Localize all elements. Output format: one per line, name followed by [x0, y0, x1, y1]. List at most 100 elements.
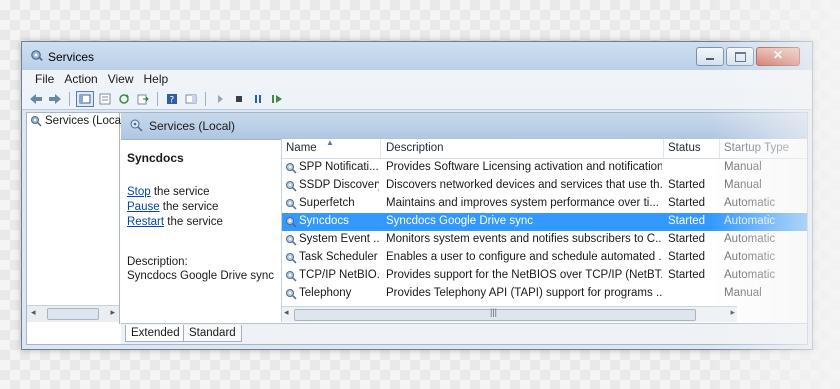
scrollbar-grip-icon: ||| — [490, 307, 498, 317]
cell-description: Maintains and improves system performanc… — [386, 197, 659, 209]
stop-service-link[interactable]: Stop — [127, 186, 151, 198]
toolbar-separator — [205, 92, 206, 106]
cell-name: Telephony — [299, 287, 352, 299]
cell-name: Task Scheduler — [299, 251, 378, 263]
service-gear-icon — [286, 253, 297, 264]
service-gear-icon — [286, 199, 297, 210]
show-hide-action-pane-icon[interactable] — [183, 92, 199, 106]
cell-startup-type: Automatic — [724, 197, 776, 209]
cell-status: Started — [668, 233, 706, 245]
pause-service-link[interactable]: Pause — [127, 201, 160, 213]
svg-text:?: ? — [170, 96, 175, 106]
services-gear-icon — [130, 119, 143, 132]
menu-view[interactable]: View — [103, 70, 139, 89]
table-row[interactable]: System Event ... Monitors system events a… — [282, 231, 807, 249]
refresh-icon[interactable] — [116, 92, 132, 106]
close-icon: ✕ — [773, 48, 784, 62]
menu-help[interactable]: Help — [139, 70, 174, 89]
tree-horizontal-scrollbar[interactable]: ◂ ▸ — [27, 305, 119, 322]
scroll-right-arrow-icon[interactable]: ▸ — [730, 307, 735, 318]
cell-startup-type: Automatic — [724, 269, 776, 281]
description-label: Description: — [127, 256, 188, 268]
column-divider[interactable] — [719, 139, 720, 158]
console-tree-icon[interactable] — [76, 91, 94, 107]
cell-startup-type: Manual — [724, 161, 762, 173]
column-header-startup-type[interactable]: Startup Type — [724, 142, 789, 154]
services-table: Name ▲ Description Status Startup Type S… — [281, 138, 807, 322]
cell-description: Provides Software Licensing activation a… — [386, 161, 662, 173]
cell-description: Enables a user to configure and schedule… — [386, 251, 662, 263]
scroll-left-arrow-icon[interactable]: ◂ — [31, 307, 36, 318]
selected-service-name: Syncdocs — [127, 151, 184, 165]
services-gear-icon — [31, 116, 42, 127]
tab-standard[interactable]: Standard — [183, 325, 242, 342]
tree-item-services-local[interactable]: Services (Local) — [30, 115, 127, 127]
table-row[interactable]: Telephony Provides Telephony API (TAPI) s… — [282, 285, 807, 303]
column-header-description[interactable]: Description — [386, 142, 444, 154]
scroll-right-arrow-icon[interactable]: ▸ — [110, 307, 115, 318]
column-divider[interactable] — [380, 139, 381, 158]
description-text: Syncdocs Google Drive sync — [127, 270, 275, 282]
table-row[interactable]: TCP/IP NetBIO... Provides support for the… — [282, 267, 807, 285]
export-list-icon[interactable] — [135, 92, 151, 106]
close-button[interactable]: ✕ — [756, 47, 800, 66]
cell-description: Monitors system events and notifies subs… — [386, 233, 662, 245]
cell-name: Syncdocs — [299, 215, 349, 227]
menu-file[interactable]: File — [30, 70, 59, 89]
properties-icon[interactable] — [97, 92, 113, 106]
cell-description: Provides Telephony API (TAPI) support fo… — [386, 287, 662, 299]
cell-status: Started — [668, 197, 706, 209]
cell-startup-type: Automatic — [724, 251, 776, 263]
table-row[interactable]: SPP Notificati... Provides Software Licen… — [282, 159, 807, 177]
title-bar[interactable]: Services ✕ — [22, 42, 812, 70]
scrollbar-thumb[interactable] — [47, 308, 99, 320]
table-horizontal-scrollbar[interactable]: ◂ ||| ▸ — [282, 306, 737, 322]
stop-link-suffix: the service — [150, 186, 210, 198]
column-header-name[interactable]: Name — [286, 142, 317, 154]
services-window: Services ✕ File Action View Help ? Servi… — [21, 41, 813, 350]
column-header-status[interactable]: Status — [668, 142, 701, 154]
restart-service-icon[interactable] — [269, 92, 285, 106]
minimize-button[interactable] — [696, 47, 724, 66]
minimize-icon — [706, 58, 714, 60]
cell-name: System Event ... — [299, 233, 379, 245]
cell-description: Syncdocs Google Drive sync — [386, 215, 534, 227]
tab-extended[interactable]: Extended — [125, 325, 186, 342]
cell-name: SSDP Discovery — [299, 179, 379, 191]
restart-service-link[interactable]: Restart — [127, 216, 164, 228]
back-arrow-icon[interactable] — [28, 92, 44, 106]
toolbar-separator — [157, 92, 158, 106]
pane-header-title: Services (Local) — [149, 119, 236, 133]
maximize-icon — [735, 52, 746, 62]
sort-ascending-icon: ▲ — [326, 138, 334, 147]
column-divider[interactable] — [663, 139, 664, 158]
menu-action[interactable]: Action — [59, 70, 102, 89]
cell-status: Started — [668, 179, 706, 191]
scrollbar-thumb[interactable]: ||| — [294, 307, 696, 321]
pause-link-suffix: the service — [159, 201, 219, 213]
menu-bar: File Action View Help — [22, 70, 812, 89]
restart-link-suffix: the service — [164, 216, 223, 228]
forward-arrow-icon[interactable] — [47, 92, 63, 106]
table-row[interactable]: SSDP Discovery Discovers networked device… — [282, 177, 807, 195]
maximize-button[interactable] — [726, 47, 754, 66]
service-gear-icon — [286, 181, 297, 192]
cell-status: Started — [668, 251, 706, 263]
cell-startup-type: Manual — [724, 179, 762, 191]
table-row[interactable]: Syncdocs Syncdocs Google Drive sync Starte… — [282, 213, 807, 231]
table-header: Name ▲ Description Status Startup Type — [282, 138, 807, 159]
service-gear-icon — [286, 289, 297, 300]
stop-service-icon[interactable] — [231, 92, 247, 106]
service-gear-icon — [286, 271, 297, 282]
scroll-left-arrow-icon[interactable]: ◂ — [284, 307, 289, 318]
start-service-icon[interactable] — [212, 92, 228, 106]
pause-service-icon[interactable] — [250, 92, 266, 106]
help-icon[interactable]: ? — [164, 92, 180, 106]
services-pane: Services (Local) Syncdocs Stop the servi… — [121, 113, 807, 324]
cell-name: SPP Notificati... — [299, 161, 379, 173]
table-row[interactable]: Superfetch Maintains and improves system … — [282, 195, 807, 213]
table-row[interactable]: Task Scheduler Enables a user to configur… — [282, 249, 807, 267]
window-title: Services — [48, 50, 95, 64]
cell-name: TCP/IP NetBIO... — [299, 269, 379, 281]
services-gear-icon — [31, 50, 43, 61]
